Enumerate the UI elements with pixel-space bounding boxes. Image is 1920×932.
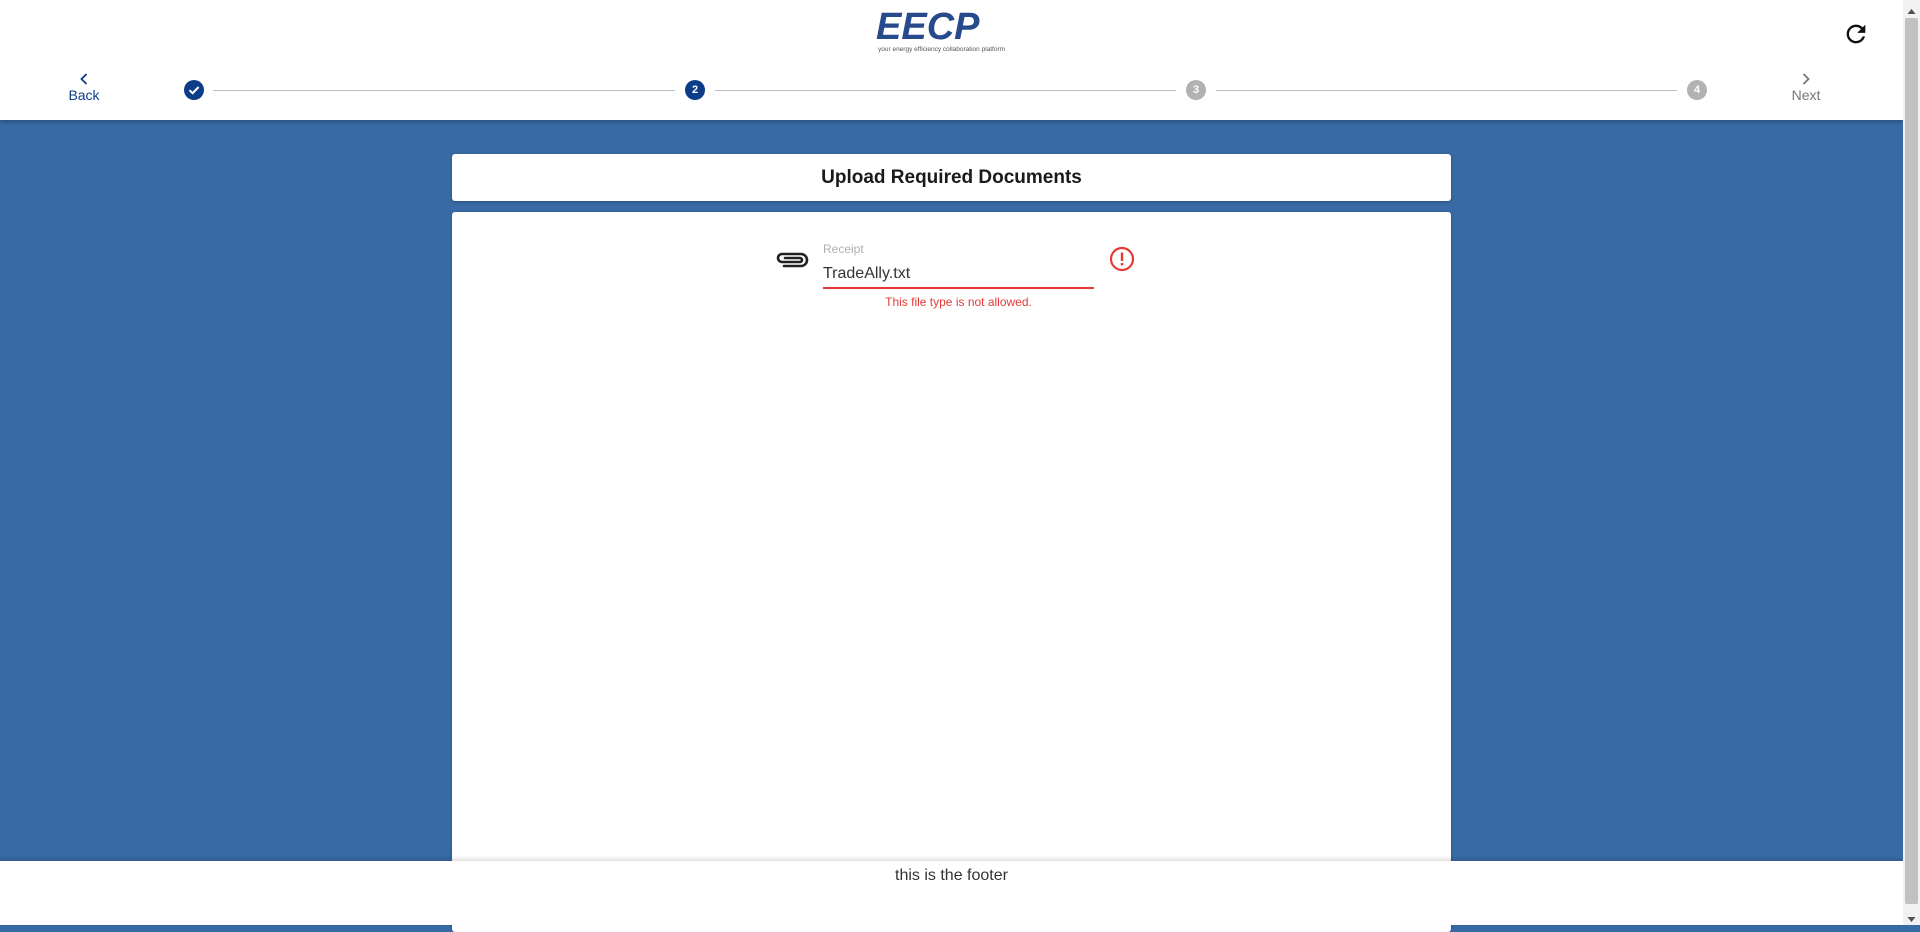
step-1-complete bbox=[184, 80, 204, 100]
file-type-error: This file type is not allowed. bbox=[885, 295, 1032, 309]
step-4-pending: 4 bbox=[1687, 80, 1707, 100]
step-2-active: 2 bbox=[685, 80, 705, 100]
logo-text: EECP bbox=[876, 6, 980, 48]
chevron-right-icon bbox=[1766, 72, 1846, 86]
chevron-left-icon bbox=[44, 72, 124, 86]
refresh-icon[interactable] bbox=[1842, 20, 1870, 48]
next-label: Next bbox=[1791, 87, 1821, 103]
receipt-file-input[interactable]: TradeAlly.txt bbox=[823, 263, 1094, 289]
step-connector bbox=[1216, 90, 1677, 91]
step-connector bbox=[213, 90, 675, 91]
next-button[interactable]: Next bbox=[1766, 72, 1846, 103]
scrollbar-thumb[interactable] bbox=[1905, 18, 1918, 904]
footer: this is the footer bbox=[0, 861, 1903, 925]
scroll-up-arrow-icon[interactable] bbox=[1907, 4, 1916, 14]
progress-stepper: Back 2 3 4 Next bbox=[0, 62, 1903, 120]
back-button[interactable]: Back bbox=[44, 72, 124, 103]
back-label: Back bbox=[68, 87, 100, 103]
eecp-logo: EECP your energy efficiency collaboratio… bbox=[876, 6, 1026, 56]
receipt-label: Receipt bbox=[823, 242, 864, 256]
logo-tagline: your energy efficiency collaboration pla… bbox=[878, 46, 1005, 53]
scroll-down-arrow-icon[interactable] bbox=[1907, 911, 1916, 922]
receipt-upload-field[interactable]: Receipt TradeAlly.txt This file type is … bbox=[823, 242, 1094, 309]
vertical-scrollbar[interactable] bbox=[1903, 0, 1920, 925]
error-icon bbox=[1109, 246, 1135, 272]
app-header: EECP your energy efficiency collaboratio… bbox=[0, 0, 1903, 120]
checkmark-icon bbox=[188, 86, 200, 95]
upload-card: Receipt TradeAlly.txt This file type is … bbox=[452, 212, 1451, 932]
step-3-pending: 3 bbox=[1186, 80, 1206, 100]
page-title: Upload Required Documents bbox=[452, 154, 1451, 201]
footer-text: this is the footer bbox=[895, 867, 1008, 884]
step-connector bbox=[715, 90, 1176, 91]
paperclip-icon[interactable] bbox=[774, 248, 810, 272]
